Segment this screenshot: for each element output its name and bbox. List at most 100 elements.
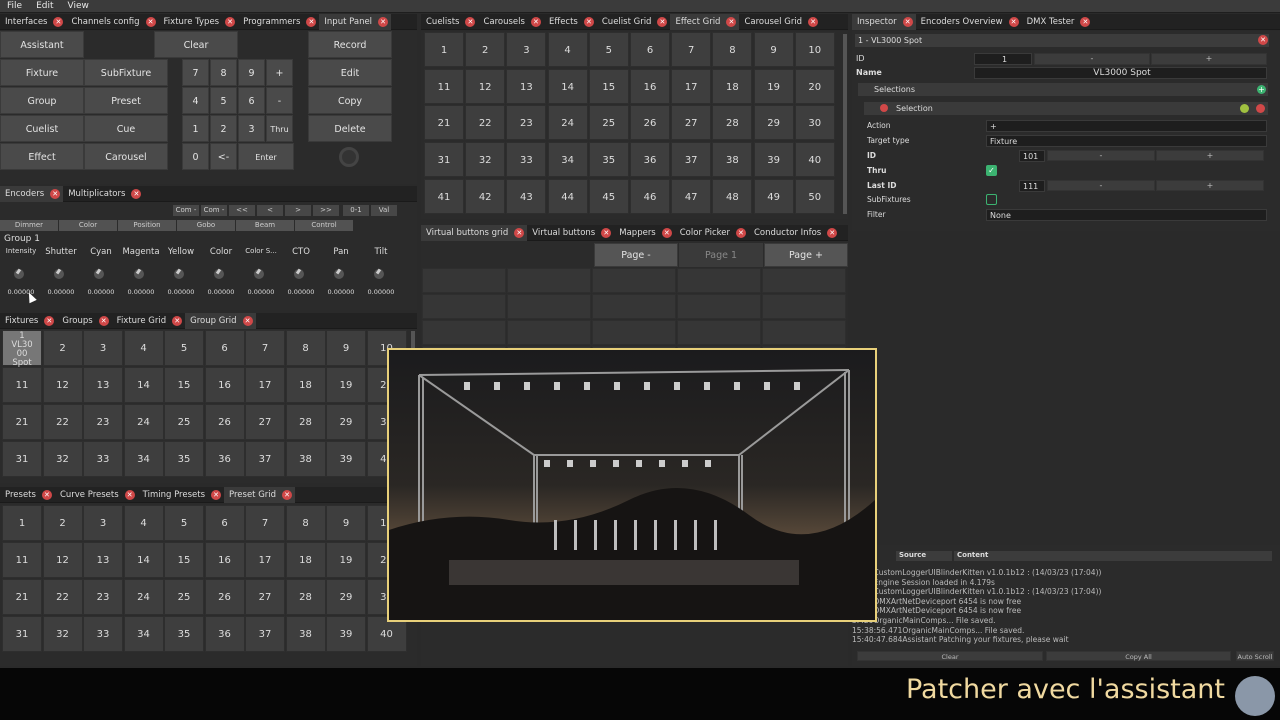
effect-grid-cell[interactable]: 31	[424, 142, 464, 178]
encoder-nav-button[interactable]: Val	[371, 205, 397, 216]
preset-grid-cell[interactable]: 36	[204, 616, 245, 652]
fixture-grid-cell[interactable]: 38	[285, 441, 326, 477]
tab-cuelist-grid[interactable]: Cuelist Grid ✕	[597, 14, 671, 30]
tab-encoders[interactable]: Encoders ✕	[0, 185, 64, 202]
virtual-button-cell[interactable]	[507, 294, 591, 319]
fixture-grid-cell[interactable]: 7	[245, 330, 285, 366]
encoder-knob-icon[interactable]	[14, 269, 24, 279]
subfixtures-checkbox[interactable]	[986, 194, 997, 205]
effect-grid-cell[interactable]: 4	[547, 32, 588, 67]
tab-encoders-overview[interactable]: Encoders Overview ✕	[916, 14, 1022, 30]
tab-presets[interactable]: Presets ✕	[0, 487, 55, 503]
effect-grid-cell[interactable]: 27	[671, 105, 712, 141]
tab-programmers[interactable]: Programmers ✕	[238, 14, 319, 30]
input-edit-button[interactable]: Edit	[308, 59, 392, 86]
effect-grid-cell[interactable]: 3	[506, 32, 547, 67]
keypad-8-button[interactable]: 8	[210, 59, 237, 86]
tab-curve-presets[interactable]: Curve Presets ✕	[55, 487, 138, 503]
preset-grid-cell[interactable]: 24	[123, 579, 164, 615]
effect-grid-cell[interactable]: 33	[506, 142, 547, 178]
encoder-knob-icon[interactable]	[214, 269, 224, 279]
virtual-button-cell[interactable]	[422, 294, 506, 319]
input-cuelist-button[interactable]: Cuelist	[0, 115, 84, 142]
close-icon[interactable]: ✕	[242, 315, 253, 326]
fixture-grid-cell[interactable]: 13	[83, 367, 123, 403]
keypad-x-button[interactable]: -	[266, 87, 293, 114]
effect-grid-cell[interactable]: 41	[424, 178, 464, 214]
fixture-grid-cell[interactable]: 6	[204, 330, 245, 366]
add-icon[interactable]: +	[1257, 85, 1266, 94]
fixture-grid-cell[interactable]: 2	[42, 330, 83, 366]
close-icon[interactable]: ✕	[514, 227, 525, 238]
preset-grid-cell[interactable]: 33	[83, 616, 123, 652]
input-cue-button[interactable]: Cue	[84, 115, 168, 142]
input-group-button[interactable]: Group	[0, 87, 84, 114]
effect-grid-cell[interactable]: 44	[547, 178, 588, 214]
close-icon[interactable]: ✕	[211, 489, 222, 500]
close-icon[interactable]: ✕	[225, 16, 236, 27]
fixture-grid-cell[interactable]: 15	[164, 367, 204, 403]
encoder-knob-icon[interactable]	[254, 269, 264, 279]
menu-view[interactable]: View	[61, 0, 96, 13]
fixture-grid-cell[interactable]: 28	[285, 404, 326, 440]
close-icon[interactable]: ✕	[378, 16, 389, 27]
fixture-grid-cell[interactable]: 24	[123, 404, 164, 440]
effect-grid-cell[interactable]: 24	[547, 105, 588, 141]
virtual-button-cell[interactable]	[592, 320, 676, 345]
tab-effect-grid[interactable]: Effect Grid ✕	[670, 13, 740, 30]
close-icon[interactable]: ✕	[98, 315, 109, 326]
fixture-grid-cell[interactable]: 35	[164, 441, 204, 477]
encoder-nav-button[interactable]: <	[257, 205, 283, 216]
encoder-nav-button[interactable]: Com -	[201, 205, 227, 216]
close-icon[interactable]: ✕	[41, 489, 52, 500]
preset-grid-cell[interactable]: 31	[2, 616, 42, 652]
tab-conductor-infos[interactable]: Conductor Infos ✕	[749, 225, 840, 241]
keypad-1-button[interactable]: 1	[182, 115, 209, 142]
effect-grid-cell[interactable]: 42	[465, 178, 506, 214]
effect-grid-cell[interactable]: 19	[753, 68, 794, 104]
preset-grid-cell[interactable]: 25	[164, 579, 204, 615]
effect-grid-cell[interactable]: 48	[712, 178, 753, 214]
tab-input-panel[interactable]: Input Panel ✕	[319, 13, 392, 30]
keypad-6-button[interactable]: 6	[238, 87, 265, 114]
tab-multiplicators[interactable]: Multiplicators ✕	[63, 186, 144, 202]
clear-button[interactable]: Clear	[154, 31, 238, 58]
preset-grid-cell[interactable]: 2	[42, 505, 83, 541]
fixture-grid-cell[interactable]: 8	[285, 330, 326, 366]
close-icon[interactable]: ✕	[282, 489, 293, 500]
fixture-grid-cell[interactable]: 32	[42, 441, 83, 477]
effect-grid-cell[interactable]: 32	[465, 142, 506, 178]
effect-grid-cell[interactable]: 12	[465, 68, 506, 104]
fixture-grid-cell[interactable]: 34	[123, 441, 164, 477]
close-icon[interactable]: ✕	[601, 227, 612, 238]
preset-grid-cell[interactable]: 23	[83, 579, 123, 615]
close-icon[interactable]: ✕	[902, 16, 913, 27]
family-color-button[interactable]: Color	[59, 220, 117, 231]
page-next-button[interactable]: Page +	[764, 243, 848, 267]
preset-grid-cell[interactable]: 19	[326, 542, 366, 578]
preset-grid-cell[interactable]: 8	[285, 505, 326, 541]
encoder-nav-button[interactable]: Com -	[173, 205, 199, 216]
fixture-grid-cell[interactable]: 37	[245, 441, 285, 477]
preset-grid-cell[interactable]: 32	[42, 616, 83, 652]
encoder-knob-icon[interactable]	[174, 269, 184, 279]
effect-grid-cell[interactable]: 2	[465, 32, 506, 67]
preset-grid-cell[interactable]: 4	[123, 505, 164, 541]
scrollbar[interactable]	[843, 34, 847, 214]
input-carousel-button[interactable]: Carousel	[84, 143, 168, 170]
sid-increment-button[interactable]: +	[1156, 150, 1264, 161]
tab-groups[interactable]: Groups ✕	[57, 313, 111, 329]
effect-grid-cell[interactable]: 7	[671, 32, 712, 67]
id-field[interactable]: 1	[974, 53, 1032, 65]
name-field[interactable]: VL3000 Spot	[974, 67, 1267, 79]
close-icon[interactable]: ✕	[1258, 35, 1268, 45]
preset-grid-cell[interactable]: 28	[285, 579, 326, 615]
tab-color-picker[interactable]: Color Picker ✕	[675, 225, 749, 241]
fixture-grid-cell[interactable]: 21	[2, 404, 42, 440]
family-control-button[interactable]: Control	[295, 220, 353, 231]
fixture-grid-cell[interactable]: 23	[83, 404, 123, 440]
preset-grid-cell[interactable]: 5	[164, 505, 204, 541]
log-clear-button[interactable]: Clear	[857, 651, 1043, 661]
preset-grid-cell[interactable]: 7	[245, 505, 285, 541]
close-icon[interactable]: ✕	[657, 16, 668, 27]
